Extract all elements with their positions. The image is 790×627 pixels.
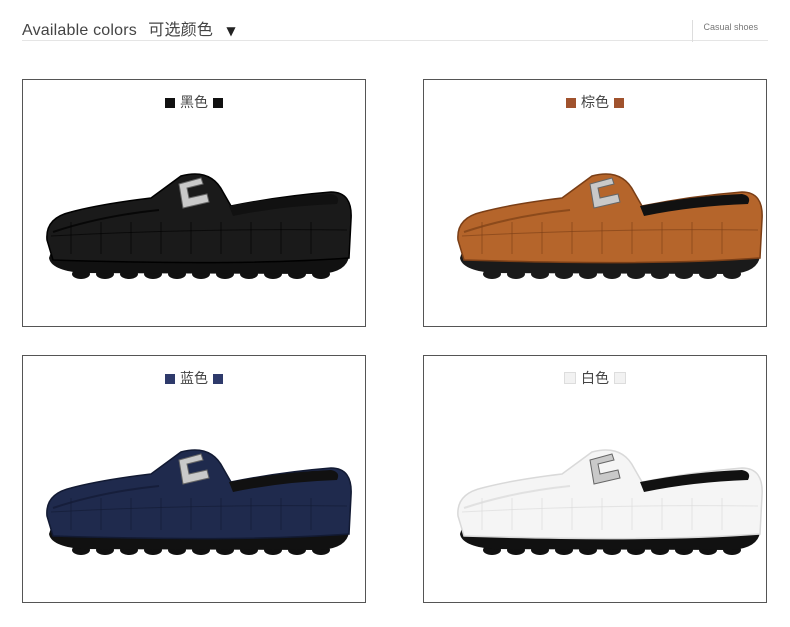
color-card-black[interactable]: 黑色 [22,79,366,327]
shoe-upper [457,173,763,264]
color-label: 蓝色 [23,368,365,388]
title-english: Available colors [22,22,137,39]
color-card-blue[interactable]: 蓝色 [22,355,366,603]
color-swatch-left [165,98,175,108]
color-label: 白色 [424,368,766,388]
color-label: 棕色 [424,92,766,112]
color-name: 黑色 [180,95,208,111]
header: Available colors 可选颜色 ▼ Casual shoes [22,10,768,42]
color-name: 棕色 [581,95,609,111]
color-swatch-right [614,98,624,108]
color-swatch-left [566,98,576,108]
color-swatch-right [213,98,223,108]
shoe-upper [46,173,352,264]
color-swatch-left [165,374,175,384]
shoe-image [46,449,352,555]
color-swatch-right [213,374,223,384]
shoe-image [46,173,352,279]
color-card-white[interactable]: 白色 [423,355,767,603]
shoe-image [457,449,763,555]
color-name: 蓝色 [180,371,208,387]
color-label: 黑色 [23,92,365,112]
dropdown-arrow-icon[interactable]: ▼ [226,24,235,38]
shoe-image [457,173,763,279]
section-title: Available colors 可选颜色 ▼ [22,16,236,40]
category-tag: Casual shoes [692,20,758,42]
color-name: 白色 [581,371,609,387]
color-card-brown[interactable]: 棕色 [423,79,767,327]
shoe-upper [46,449,352,540]
shoe-upper [457,449,763,540]
color-swatch-right [614,372,626,384]
title-chinese: 可选颜色 [148,20,214,39]
color-swatch-left [564,372,576,384]
